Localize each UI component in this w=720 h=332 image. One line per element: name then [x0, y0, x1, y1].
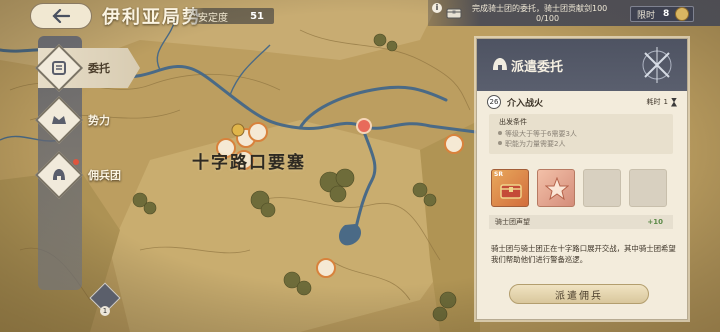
- mission-description: 骑士团与骑士团正在十字路口展开交战，其中骑士团希望我们帮助他们进行警备巡逻。: [491, 244, 676, 264]
- nav-item-mercenary[interactable]: 佣兵团: [34, 150, 121, 200]
- mercenary-slot-3[interactable]: [583, 169, 621, 207]
- condition-item: 等级大于等于6需要3人: [498, 130, 577, 138]
- stability-indicator: 安定度 51: [186, 8, 274, 24]
- quest-text: 完成骑士团的委托，骑士团贡献剑100: [472, 4, 608, 13]
- mercenary-slot-4[interactable]: [629, 169, 667, 207]
- nav-item-faction[interactable]: 势力: [34, 95, 110, 145]
- condition-item: 职能为力量需要2人: [497, 140, 566, 148]
- conditions-box: 出发条件 等级大于等于6需要3人 职能为力量需要2人: [489, 114, 673, 154]
- hourglass-icon: [671, 97, 677, 107]
- bottom-badge: 1: [100, 306, 110, 316]
- reward-row: 骑士团声望 +10: [489, 215, 673, 229]
- info-icon[interactable]: i: [432, 3, 442, 13]
- turn-label: 耗时: [646, 98, 661, 106]
- reward-label: 骑士团声望: [495, 218, 530, 226]
- limit-label: 限时: [637, 10, 656, 21]
- nav-item-commission[interactable]: 委托: [34, 43, 110, 93]
- notification-dot: [73, 159, 79, 165]
- coin-icon: [675, 7, 689, 21]
- stability-label: 安定度: [198, 12, 228, 24]
- panel-title: 派遣委托: [511, 60, 564, 75]
- quest-progress: 0/100: [536, 14, 560, 23]
- star-emblem-icon: [545, 177, 569, 201]
- stability-value: 51: [250, 10, 264, 22]
- scroll-icon: [34, 43, 84, 93]
- mercenary-slot-2[interactable]: [537, 169, 575, 207]
- back-button[interactable]: [30, 3, 92, 29]
- chest-icon: [500, 184, 522, 199]
- conditions-title: 出发条件: [499, 118, 527, 126]
- limit-value: 8: [663, 9, 670, 19]
- nav-label-commission: 委托: [88, 62, 110, 75]
- dispatch-button-label: 派遣佣兵: [555, 290, 603, 302]
- mission-name: 介入战火: [507, 98, 544, 109]
- panel-header: 派遣委托: [477, 39, 687, 91]
- crossed-swords-icon: [642, 47, 672, 83]
- crown-icon: [34, 95, 84, 145]
- mission-row: 26 介入战火 耗时 1: [487, 94, 677, 110]
- reward-value: +10: [647, 218, 663, 226]
- place-label: 十字路口要塞: [192, 153, 306, 173]
- nav-label-faction: 势力: [88, 114, 110, 127]
- helmet-icon: [493, 58, 507, 70]
- mission-level: 26: [487, 95, 501, 109]
- nav-label-mercenary: 佣兵团: [88, 169, 121, 182]
- chest-icon[interactable]: [446, 5, 462, 19]
- back-arrow-icon: [52, 9, 70, 23]
- dispatch-button[interactable]: 派遣佣兵: [509, 284, 649, 304]
- mercenary-slot-1[interactable]: SR: [491, 169, 529, 207]
- slot-rank-badge: SR: [494, 171, 503, 178]
- dispatch-panel: 派遣委托 26 介入战火 耗时 1 出发条件 等级大于等于6需要3人 职能为力量…: [476, 38, 688, 320]
- turn-value: 1: [663, 98, 668, 106]
